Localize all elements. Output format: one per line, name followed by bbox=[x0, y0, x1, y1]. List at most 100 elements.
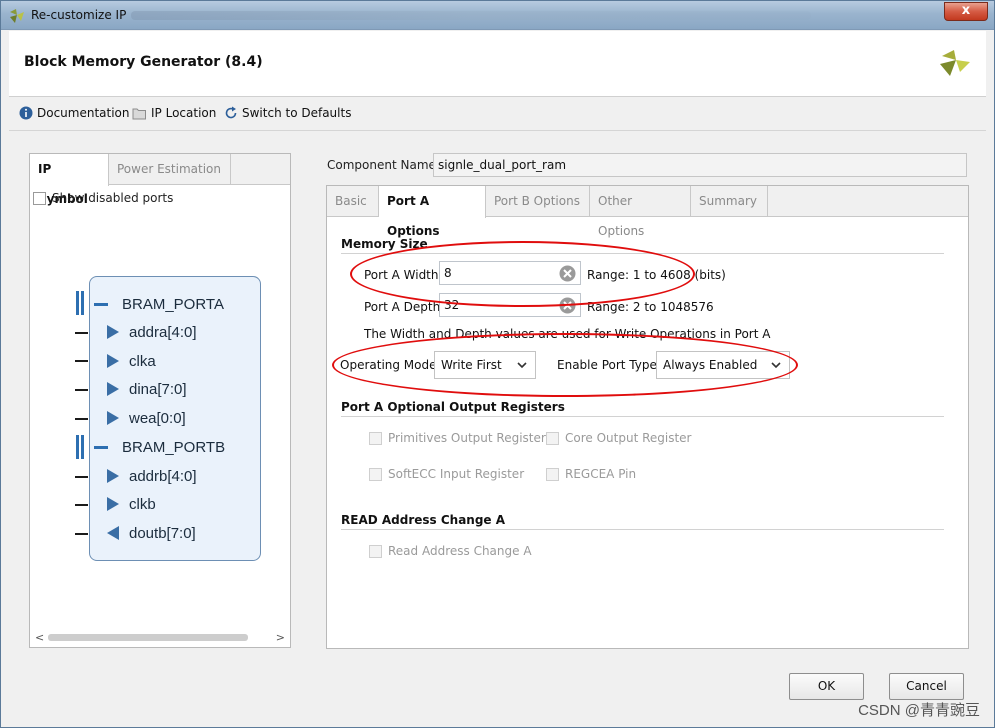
option-label: Read Address Change A bbox=[388, 544, 532, 558]
softecc-checkbox[interactable] bbox=[369, 467, 382, 481]
scrollbar-thumb[interactable] bbox=[48, 634, 248, 641]
ip-location-label: IP Location bbox=[151, 106, 217, 120]
port-label: dina[7:0] bbox=[129, 380, 187, 398]
port-label: addra[4:0] bbox=[129, 323, 197, 341]
port-label: clkb bbox=[129, 495, 156, 513]
minus-icon bbox=[94, 302, 108, 306]
port-wea: wea[0:0] bbox=[107, 408, 186, 428]
documentation-button[interactable]: Documentation bbox=[19, 106, 130, 120]
option-label: SoftECC Input Register bbox=[388, 467, 525, 481]
tab-basic[interactable]: Basic bbox=[327, 186, 379, 217]
softecc-input-register-option[interactable]: SoftECC Input Register bbox=[369, 467, 524, 481]
blurred-path bbox=[131, 11, 811, 20]
option-label: Primitives Output Register bbox=[388, 431, 546, 445]
tab-other-options[interactable]: Other Options bbox=[590, 186, 691, 238]
port-clka: clka bbox=[107, 351, 156, 371]
port-bram-porta: BRAM_PORTA bbox=[94, 294, 224, 314]
port-label: addrb[4:0] bbox=[129, 467, 197, 485]
toolbar: Documentation IP Location Switch to Defa… bbox=[9, 97, 986, 131]
section-divider bbox=[341, 529, 944, 530]
show-disabled-ports-toggle[interactable]: Show disabled ports bbox=[33, 191, 173, 205]
ok-button[interactable]: OK bbox=[789, 673, 864, 700]
input-arrow-icon bbox=[107, 411, 119, 425]
show-disabled-checkbox[interactable] bbox=[33, 191, 46, 205]
regcea-checkbox[interactable] bbox=[546, 467, 559, 481]
refresh-icon bbox=[225, 106, 237, 119]
section-divider bbox=[341, 416, 944, 417]
xilinx-logo-icon bbox=[940, 50, 970, 76]
port-label: BRAM_PORTA bbox=[122, 295, 224, 313]
regcea-pin-option[interactable]: REGCEA Pin bbox=[546, 467, 636, 481]
page-title: Block Memory Generator (8.4) bbox=[24, 54, 263, 70]
primitives-output-checkbox[interactable] bbox=[369, 431, 382, 445]
bus-portb-marker bbox=[76, 435, 84, 459]
tab-summary[interactable]: Summary bbox=[691, 186, 768, 217]
pin-addra bbox=[75, 332, 88, 334]
port-doutb: doutb[7:0] bbox=[107, 523, 196, 543]
close-icon: x bbox=[961, 3, 971, 18]
pin-addrb bbox=[75, 476, 88, 478]
input-arrow-icon bbox=[107, 382, 119, 396]
port-label: wea[0:0] bbox=[129, 409, 186, 427]
input-arrow-icon bbox=[107, 497, 119, 511]
options-tab-bar: Basic Port A Options Port B Options Othe… bbox=[327, 186, 968, 238]
core-output-register-option[interactable]: Core Output Register bbox=[546, 431, 692, 445]
pin-clkb bbox=[75, 504, 88, 506]
annotation-oval-width bbox=[350, 241, 695, 307]
left-tab-bar: IP Symbol Power Estimation bbox=[30, 154, 290, 206]
window-title: Re-customize IP bbox=[31, 8, 127, 22]
port-bram-portb: BRAM_PORTB bbox=[94, 437, 225, 457]
tab-power-estimation[interactable]: Power Estimation bbox=[109, 154, 231, 185]
csdn-watermark: CSDN @青青豌豆 bbox=[858, 702, 980, 719]
option-label: Core Output Register bbox=[565, 431, 692, 445]
tab-ip-symbol[interactable]: IP Symbol bbox=[30, 154, 109, 206]
folder-icon bbox=[132, 108, 146, 119]
cancel-button[interactable]: Cancel bbox=[889, 673, 964, 700]
component-name-label: Component Name bbox=[327, 158, 436, 172]
show-disabled-label: Show disabled ports bbox=[52, 191, 174, 205]
pin-clka bbox=[75, 360, 88, 362]
port-label: BRAM_PORTB bbox=[122, 438, 226, 456]
title-bar: Re-customize IP x bbox=[1, 1, 994, 30]
scroll-right-icon[interactable]: > bbox=[276, 631, 285, 644]
ip-location-button[interactable]: IP Location bbox=[132, 106, 216, 120]
pin-dina bbox=[75, 389, 88, 391]
block-memory-symbol: BRAM_PORTA addra[4:0] clka dina[7:0] wea… bbox=[89, 276, 261, 561]
input-arrow-icon bbox=[107, 325, 119, 339]
horizontal-scrollbar[interactable]: < > bbox=[33, 631, 287, 645]
switch-defaults-label: Switch to Defaults bbox=[242, 106, 352, 120]
close-button[interactable]: x bbox=[944, 2, 988, 21]
vivado-app-icon bbox=[10, 9, 24, 23]
input-arrow-icon bbox=[107, 469, 119, 483]
option-label: REGCEA Pin bbox=[565, 467, 637, 481]
minus-icon bbox=[94, 445, 108, 449]
dialog-window: Re-customize IP x Block Memory Generator… bbox=[0, 0, 995, 728]
component-name-input[interactable]: signle_dual_port_ram bbox=[433, 153, 967, 177]
bus-porta-marker bbox=[76, 291, 84, 315]
pin-doutb bbox=[75, 533, 88, 535]
scroll-left-icon[interactable]: < bbox=[35, 631, 44, 644]
port-dina: dina[7:0] bbox=[107, 379, 187, 399]
switch-defaults-button[interactable]: Switch to Defaults bbox=[224, 106, 351, 120]
read-address-change-option[interactable]: Read Address Change A bbox=[369, 544, 532, 558]
port-clkb: clkb bbox=[107, 494, 156, 514]
pin-wea bbox=[75, 418, 88, 420]
port-a-depth-label: Port A Depth bbox=[364, 300, 441, 314]
documentation-label: Documentation bbox=[37, 106, 130, 120]
input-arrow-icon bbox=[107, 354, 119, 368]
output-arrow-icon bbox=[107, 526, 119, 540]
port-addrb: addrb[4:0] bbox=[107, 466, 197, 486]
port-label: doutb[7:0] bbox=[129, 524, 196, 542]
annotation-oval-mode bbox=[332, 333, 798, 397]
primitives-output-register-option[interactable]: Primitives Output Register bbox=[369, 431, 546, 445]
tab-port-b-options[interactable]: Port B Options bbox=[486, 186, 590, 217]
tab-port-a-options[interactable]: Port A Options bbox=[379, 186, 486, 238]
ip-symbol-panel: IP Symbol Power Estimation Show disabled… bbox=[29, 153, 291, 648]
info-icon bbox=[19, 106, 33, 120]
output-registers-title: Port A Optional Output Registers bbox=[341, 400, 565, 414]
core-output-checkbox[interactable] bbox=[546, 431, 559, 445]
read-address-change-checkbox[interactable] bbox=[369, 544, 382, 558]
read-address-change-title: READ Address Change A bbox=[341, 513, 506, 527]
dialog-header: Block Memory Generator (8.4) bbox=[9, 31, 986, 97]
port-label: clka bbox=[129, 352, 156, 370]
